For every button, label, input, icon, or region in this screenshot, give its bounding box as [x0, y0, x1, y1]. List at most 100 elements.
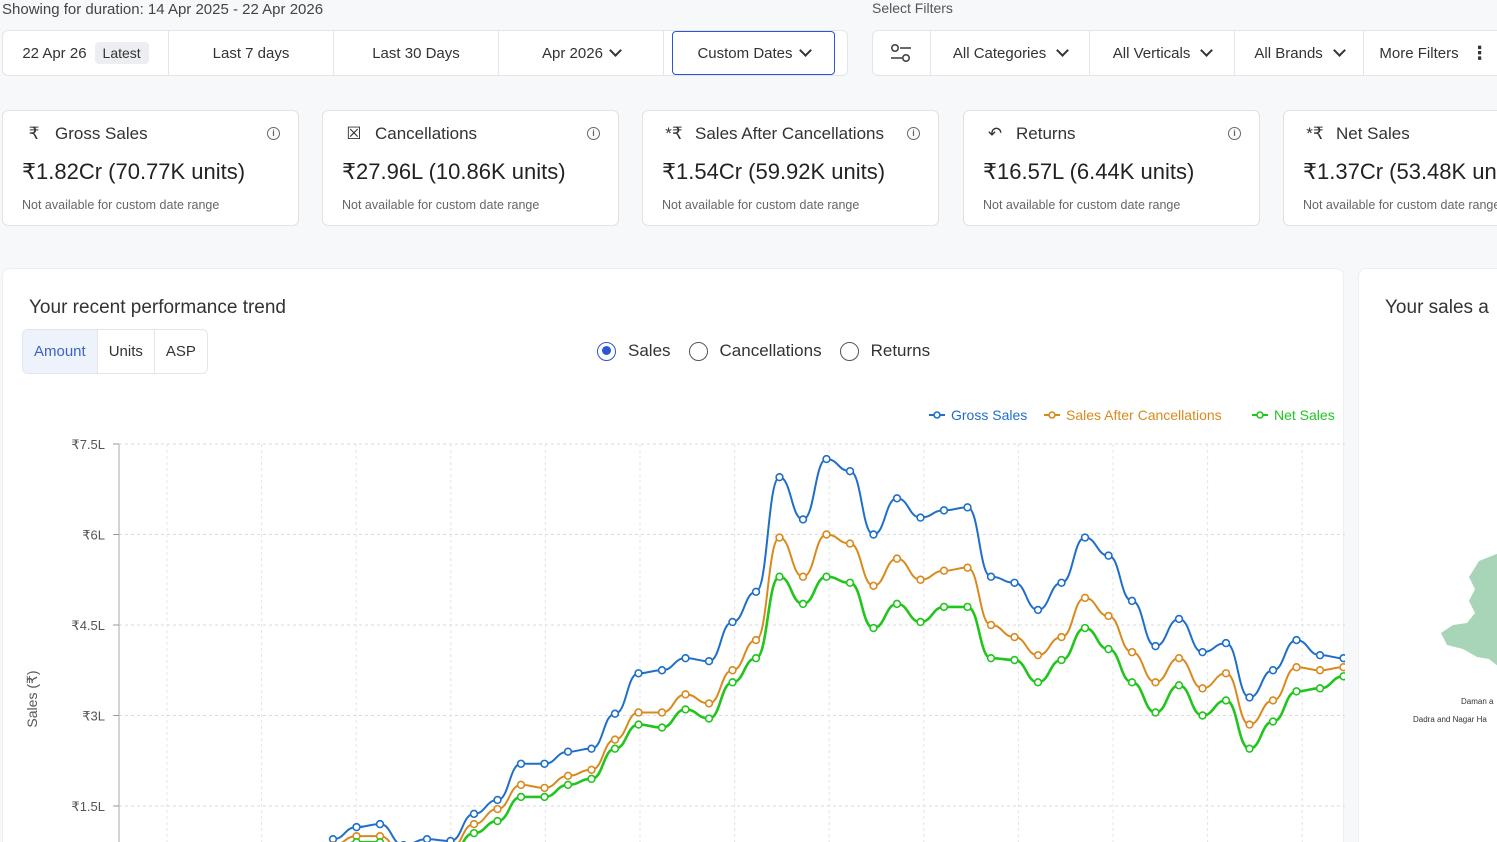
data-point[interactable]	[516, 780, 526, 790]
data-point[interactable]	[1010, 632, 1019, 642]
data-point[interactable]	[516, 759, 526, 768]
data-point[interactable]	[1057, 655, 1066, 665]
data-point[interactable]	[775, 472, 784, 482]
data-point[interactable]	[657, 723, 667, 732]
info-icon[interactable]: i	[267, 127, 280, 140]
filter-settings-button[interactable]	[873, 31, 931, 75]
data-point[interactable]	[775, 533, 784, 542]
data-point[interactable]	[1339, 653, 1345, 663]
data-point[interactable]	[1174, 653, 1184, 663]
data-point[interactable]	[469, 819, 479, 829]
data-point[interactable]	[1315, 650, 1325, 660]
data-point[interactable]	[1080, 533, 1090, 542]
data-point[interactable]	[587, 765, 596, 774]
data-point[interactable]	[610, 735, 620, 744]
data-point[interactable]	[1151, 641, 1160, 651]
data-point[interactable]	[728, 678, 737, 687]
data-point[interactable]	[1315, 684, 1325, 693]
data-point[interactable]	[1221, 669, 1231, 678]
info-icon[interactable]: i	[1228, 127, 1241, 140]
data-point[interactable]	[422, 834, 432, 842]
data-point[interactable]	[845, 466, 855, 476]
data-point[interactable]	[1104, 551, 1113, 560]
info-icon[interactable]: i	[907, 127, 920, 140]
data-point[interactable]	[563, 747, 573, 756]
data-point[interactable]	[798, 515, 808, 524]
data-point[interactable]	[610, 709, 620, 718]
data-point[interactable]	[352, 822, 361, 832]
data-point[interactable]	[845, 578, 855, 587]
data-point[interactable]	[963, 602, 972, 612]
data-point[interactable]	[1268, 696, 1278, 705]
data-point[interactable]	[1080, 593, 1090, 603]
data-point[interactable]	[869, 581, 878, 590]
data-point[interactable]	[540, 759, 549, 768]
data-point[interactable]	[681, 690, 690, 699]
data-point[interactable]	[540, 783, 549, 793]
data-point[interactable]	[1127, 596, 1137, 606]
data-point[interactable]	[986, 620, 996, 630]
chart-legend[interactable]: Gross Sales Sales After Cancellations Net …	[929, 407, 1335, 423]
data-point[interactable]	[963, 563, 972, 572]
info-icon[interactable]: i	[587, 127, 600, 140]
data-point[interactable]	[657, 666, 667, 675]
india-map[interactable]	[1359, 549, 1497, 842]
data-point[interactable]	[728, 617, 737, 627]
filter-categories[interactable]: All Categories	[931, 31, 1091, 75]
data-point[interactable]	[493, 804, 502, 814]
data-point[interactable]	[822, 572, 831, 581]
data-point[interactable]	[1268, 717, 1278, 726]
data-point[interactable]	[963, 503, 972, 512]
data-point[interactable]	[1057, 632, 1066, 642]
data-point[interactable]	[1198, 684, 1207, 693]
data-point[interactable]	[1057, 578, 1066, 587]
data-point[interactable]	[1268, 666, 1278, 675]
data-point[interactable]	[751, 635, 761, 645]
data-point[interactable]	[1174, 614, 1184, 624]
tab-last-30-days[interactable]: Last 30 Days	[334, 31, 499, 75]
filter-verticals[interactable]: All Verticals	[1090, 31, 1235, 75]
data-point[interactable]	[446, 836, 455, 842]
data-point[interactable]	[493, 795, 502, 805]
data-point[interactable]	[516, 792, 526, 802]
data-point[interactable]	[540, 792, 549, 802]
data-point[interactable]	[610, 744, 620, 753]
data-point[interactable]	[1127, 678, 1137, 687]
data-point[interactable]	[704, 699, 714, 708]
data-point[interactable]	[1245, 693, 1254, 702]
data-point[interactable]	[798, 599, 808, 609]
tab-custom-dates[interactable]: Custom Dates	[672, 31, 835, 75]
data-point[interactable]	[704, 657, 714, 666]
data-point[interactable]	[634, 669, 643, 678]
data-point[interactable]	[939, 506, 949, 515]
tab-latest[interactable]: 22 Apr 26 Latest	[3, 31, 169, 75]
data-point[interactable]	[1221, 638, 1231, 648]
filter-brands[interactable]: All Brands	[1235, 31, 1365, 75]
data-point[interactable]	[1080, 623, 1090, 633]
data-point[interactable]	[681, 705, 690, 714]
data-point[interactable]	[1151, 678, 1160, 687]
data-point[interactable]	[798, 572, 808, 581]
data-point[interactable]	[916, 575, 925, 584]
data-point[interactable]	[892, 599, 902, 609]
data-point[interactable]	[1033, 650, 1043, 660]
data-point[interactable]	[1339, 663, 1345, 672]
data-point[interactable]	[916, 617, 925, 627]
data-point[interactable]	[775, 572, 784, 581]
data-point[interactable]	[587, 744, 596, 753]
data-point[interactable]	[634, 708, 643, 717]
data-point[interactable]	[1221, 696, 1231, 705]
legend-item[interactable]: Sales After Cancellations	[1044, 407, 1222, 423]
data-point[interactable]	[563, 771, 573, 781]
data-point[interactable]	[1174, 681, 1184, 690]
data-point[interactable]	[822, 530, 831, 539]
data-point[interactable]	[681, 653, 690, 663]
data-point[interactable]	[939, 566, 949, 575]
data-point[interactable]	[634, 720, 643, 729]
data-point[interactable]	[1198, 647, 1207, 657]
more-filters-button[interactable]: More Filters ⋮	[1364, 31, 1497, 75]
data-point[interactable]	[469, 828, 479, 838]
data-point[interactable]	[892, 554, 902, 563]
data-point[interactable]	[375, 819, 385, 829]
data-point[interactable]	[1315, 666, 1325, 675]
